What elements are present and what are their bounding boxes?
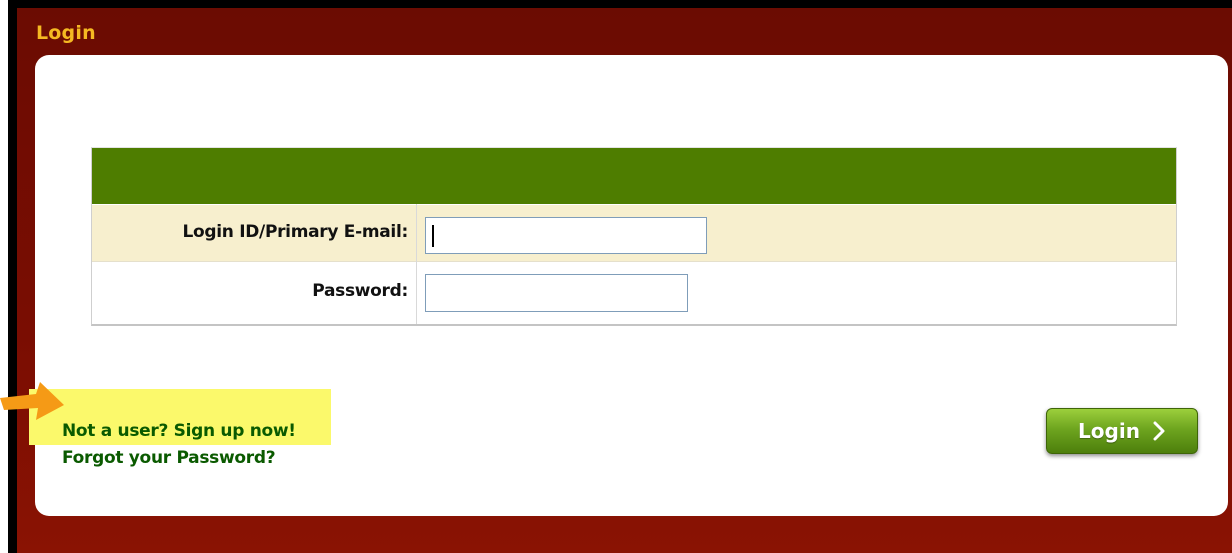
signup-link[interactable]: Not a user? Sign up now! bbox=[62, 421, 296, 441]
text-cursor bbox=[432, 225, 434, 247]
email-label: Login ID/Primary E-mail: bbox=[182, 222, 408, 242]
pointer-arrow-icon bbox=[0, 382, 64, 420]
login-panel: Login Login ID/Primary E-mail: Password:… bbox=[17, 8, 1232, 553]
column-divider bbox=[416, 204, 417, 324]
form-header-bar bbox=[92, 148, 1176, 204]
password-row: Password: bbox=[92, 262, 1176, 323]
password-field[interactable] bbox=[425, 274, 688, 312]
login-button-label: Login bbox=[1078, 419, 1140, 443]
password-label: Password: bbox=[312, 281, 408, 301]
frame-left-border bbox=[8, 0, 17, 553]
email-row: Login ID/Primary E-mail: bbox=[92, 205, 1176, 262]
chevron-right-icon bbox=[1153, 421, 1165, 441]
email-field[interactable] bbox=[425, 217, 707, 254]
login-button[interactable]: Login bbox=[1046, 408, 1198, 454]
login-card: Login ID/Primary E-mail: Password: Login bbox=[35, 55, 1228, 516]
login-form: Login ID/Primary E-mail: Password: bbox=[91, 147, 1177, 326]
forgot-password-link[interactable]: Forgot your Password? bbox=[62, 448, 276, 468]
frame-top-border bbox=[8, 0, 1232, 8]
panel-title: Login bbox=[36, 22, 96, 44]
